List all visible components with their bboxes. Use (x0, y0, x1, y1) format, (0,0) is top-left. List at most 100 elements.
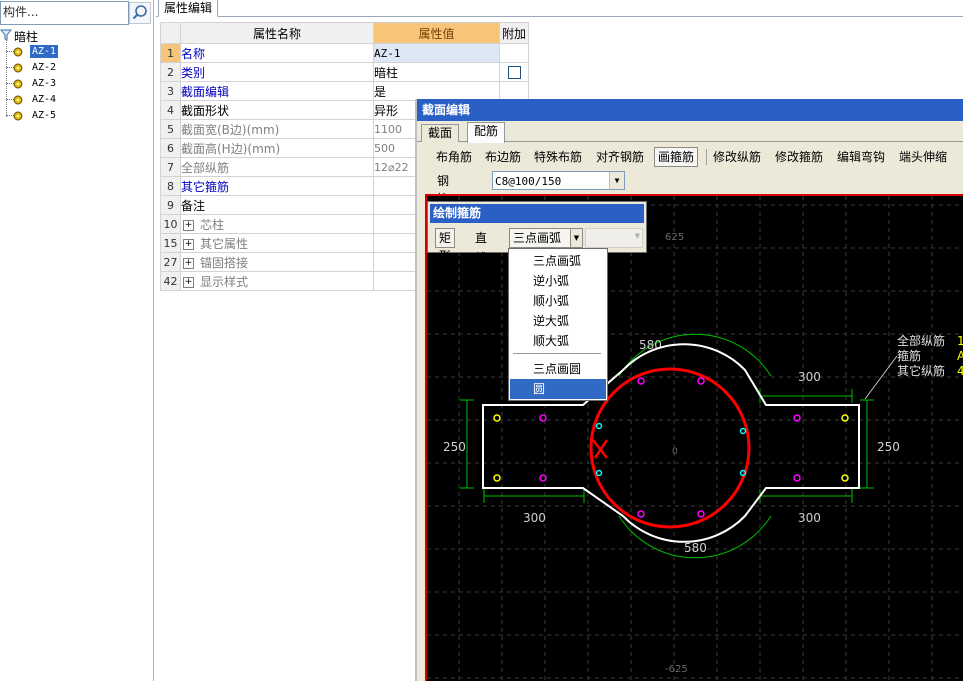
property-name: 全部纵筋 (180, 157, 374, 177)
gear-icon (13, 111, 23, 121)
row-number: 7 (160, 157, 181, 177)
search-input[interactable] (1, 2, 123, 22)
property-extra-cell (499, 62, 529, 82)
property-value-input[interactable]: 是 (373, 81, 500, 101)
rebar-toolbar: 布角筋 布边筋 特殊布筋 对齐钢筋 画箍筋 修改纵筋 修改箍筋 编辑弯钩 端头伸… (427, 147, 963, 167)
section-editor-title[interactable]: 截面编辑 (417, 99, 963, 121)
gear-icon (13, 79, 23, 89)
end-extension-button[interactable]: 端头伸缩 (896, 147, 950, 167)
menu-item-cw-major-arc[interactable]: 顺大弧 (510, 331, 606, 351)
menu-item-three-point-arc[interactable]: 三点画弧 (510, 251, 606, 271)
corner-rebars (493, 414, 849, 482)
column-header-value: 属性值 (373, 22, 500, 44)
menu-separator (513, 353, 601, 354)
tree-item-az2[interactable]: AZ-2 (0, 60, 150, 76)
toolbar-separator (706, 149, 708, 165)
property-group-name: + 芯柱 (180, 214, 374, 234)
tab-property-edit[interactable]: 属性编辑 (158, 0, 219, 17)
menu-item-ccw-major-arc[interactable]: 逆大弧 (510, 311, 606, 331)
plus-icon[interactable]: + (183, 219, 194, 231)
rebar-info-value: C8@100/150 (495, 175, 562, 188)
dim-right-height: 250 (877, 440, 900, 454)
special-rebar-button[interactable]: 特殊布筋 (531, 147, 585, 167)
menu-item-three-point-circle[interactable]: 三点画圆 (510, 359, 606, 379)
tree-item-az5[interactable]: AZ-5 (0, 108, 150, 124)
chevron-down-icon: ▼ (634, 232, 640, 240)
group-label: 锚固搭接 (200, 255, 249, 270)
chevron-down-icon[interactable]: ▼ (609, 172, 624, 189)
side-rebars (595, 422, 747, 477)
dim-bottom-coordinate: -625 (665, 664, 688, 675)
menu-item-ccw-minor-arc[interactable]: 逆小弧 (510, 271, 606, 291)
row-number: 2 (160, 62, 181, 82)
extra-checkbox[interactable] (507, 66, 521, 79)
property-row-category[interactable]: 2 类别 暗柱 (160, 62, 529, 82)
edit-hook-button[interactable]: 编辑弯钩 (834, 147, 888, 167)
section-editor-tabs: 截面 配筋 (417, 121, 963, 143)
legend-stirrup-value: A (957, 349, 963, 363)
plus-icon[interactable]: + (183, 238, 194, 250)
property-group-name: + 其它属性 (180, 233, 374, 253)
property-name: 备注 (180, 195, 374, 215)
property-row-section-edit[interactable]: 3 截面编辑 是 (160, 81, 529, 101)
stirrup-hook-mark (592, 439, 609, 459)
draw-stirrup-button[interactable]: 画箍筋 (654, 147, 699, 167)
row-number: 6 (160, 138, 181, 158)
search-box (0, 1, 129, 25)
property-extra-cell (499, 81, 529, 101)
disabled-combo: ▼ (585, 228, 643, 248)
tree-item-label: AZ-5 (32, 110, 57, 121)
modify-stirrup-button[interactable]: 修改箍筋 (772, 147, 826, 167)
group-label: 其它属性 (200, 236, 249, 251)
tree-item-az4[interactable]: AZ-4 (0, 92, 150, 108)
rebar-info-select[interactable]: C8@100/150 ▼ (492, 171, 625, 190)
tab-section[interactable]: 截面 (421, 124, 460, 142)
property-header-row: 属性名称 属性值 附加 (160, 22, 529, 44)
arc-mode-menu: 三点画弧 逆小弧 顺小弧 逆大弧 顺大弧 三点画圆 圆 (508, 248, 608, 401)
column-header-extra: 附加 (499, 22, 529, 44)
plus-icon[interactable]: + (183, 257, 194, 269)
row-number: 9 (160, 195, 181, 215)
legend-other-rebar: 其它纵筋 (897, 363, 945, 378)
legend-all-rebar: 全部纵筋 (897, 333, 945, 348)
menu-item-circle[interactable]: 圆 (510, 379, 606, 399)
chevron-down-icon[interactable]: ▼ (570, 229, 582, 247)
draw-stirrup-title[interactable]: 绘制箍筋 (430, 204, 644, 223)
property-name: 截面宽(B边)(mm) (180, 119, 374, 139)
tree-item-label: AZ-4 (32, 94, 57, 105)
tree-root-label: 暗柱 (14, 30, 39, 44)
row-number: 15 (160, 233, 181, 253)
row-number: 8 (160, 176, 181, 196)
property-name: 截面高(H边)(mm) (180, 138, 374, 158)
property-value-input[interactable]: AZ-1 (373, 43, 500, 63)
place-edge-rebar-button[interactable]: 布边筋 (482, 147, 524, 167)
gear-icon (13, 63, 23, 73)
menu-item-cw-minor-arc[interactable]: 顺小弧 (510, 291, 606, 311)
gear-icon (13, 47, 23, 57)
tree-item-label: AZ-2 (32, 62, 57, 73)
line-tool-button[interactable]: 直线 (472, 228, 490, 265)
place-corner-rebar-button[interactable]: 布角筋 (433, 147, 475, 167)
row-number: 10 (160, 214, 181, 234)
plus-icon[interactable]: + (183, 276, 194, 288)
legend-stirrup: 箍筋 (897, 348, 921, 363)
row-number-header (160, 22, 181, 44)
property-group-name: + 锚固搭接 (180, 252, 374, 272)
search-button[interactable] (129, 2, 151, 24)
rectangle-tool-button[interactable]: 矩形 (435, 228, 456, 263)
arc-mode-select[interactable]: 三点画弧 ▼ (509, 228, 583, 248)
dim-arc-bottom: 580 (684, 541, 707, 555)
property-name: 其它箍筋 (180, 176, 374, 196)
drawing-canvas[interactable]: 625 -625 0 580 580 300 300 300 250 250 全… (425, 194, 963, 681)
tree-item-az3[interactable]: AZ-3 (0, 76, 150, 92)
align-rebar-button[interactable]: 对齐钢筋 (593, 147, 647, 167)
legend-all-rebar-value: 1 (957, 334, 963, 348)
tree-item-az1[interactable]: AZ-1 (0, 44, 150, 60)
modify-longitudinal-rebar-button[interactable]: 修改纵筋 (710, 147, 764, 167)
draw-stirrup-panel: 绘制箍筋 矩形 直线 三点画弧 ▼ ▼ (427, 201, 647, 265)
row-number: 27 (160, 252, 181, 272)
tab-reinforcement[interactable]: 配筋 (467, 122, 506, 143)
tree-root-concealed-column[interactable]: 暗柱 (0, 27, 150, 44)
property-value-input[interactable]: 暗柱 (373, 62, 500, 82)
property-row-name[interactable]: 1 名称 AZ-1 (160, 43, 529, 63)
